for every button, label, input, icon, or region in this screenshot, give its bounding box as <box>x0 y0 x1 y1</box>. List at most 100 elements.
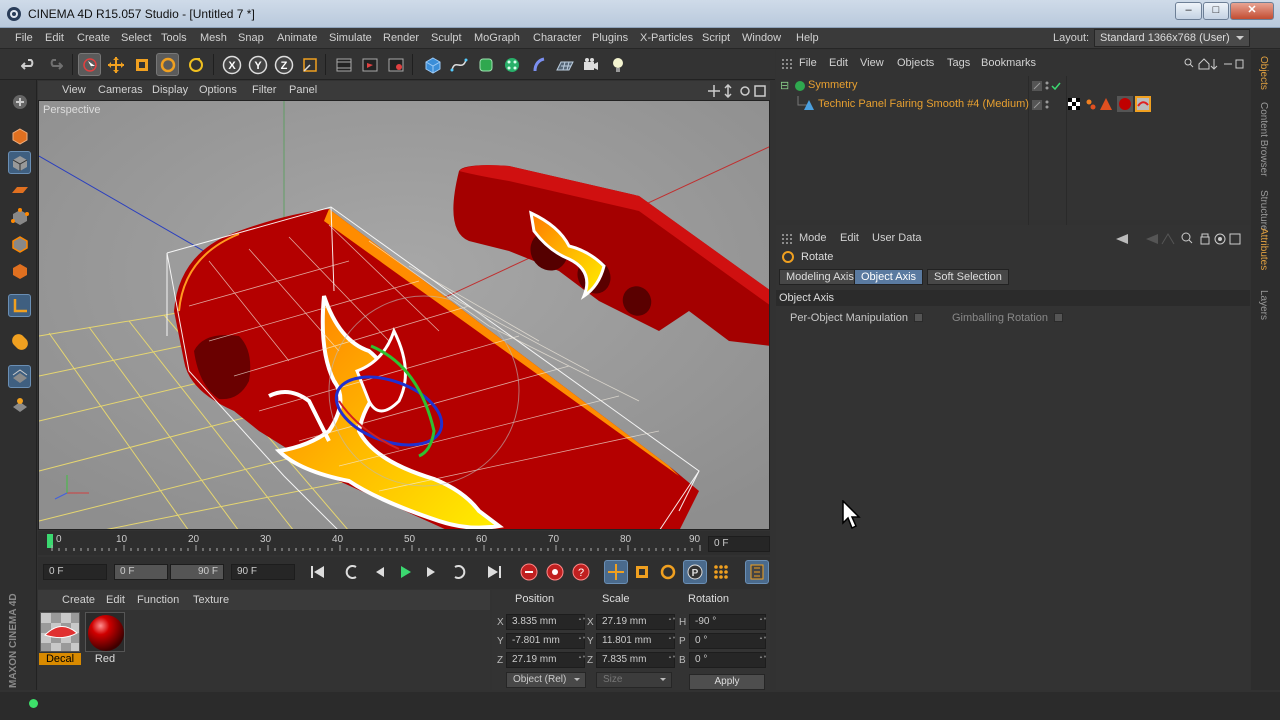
layout-select[interactable]: Standard 1366x768 (User) <box>1094 29 1250 47</box>
x-axis-lock-icon[interactable]: X <box>220 53 243 76</box>
tab-object-axis[interactable]: Object Axis <box>854 269 924 285</box>
menu-script[interactable]: Script <box>702 32 730 44</box>
object-name-symmetry[interactable]: Symmetry <box>808 79 858 91</box>
record-active-objects-icon[interactable] <box>517 560 541 584</box>
next-key-icon[interactable] <box>446 560 470 584</box>
menu-edit[interactable]: Edit <box>45 32 64 44</box>
record-position-icon[interactable] <box>604 560 628 584</box>
render-view-icon[interactable] <box>332 53 355 76</box>
object-row-symmetry[interactable]: ⊟ Symmetry <box>776 77 1250 95</box>
object-row-technic-panel[interactable]: Technic Panel Fairing Smooth #4 (Medium) <box>776 96 1250 114</box>
next-frame-icon[interactable] <box>419 560 443 584</box>
workplane-mode-icon[interactable] <box>8 178 31 201</box>
undo-icon[interactable] <box>17 53 40 76</box>
menu-file[interactable]: File <box>15 32 33 44</box>
model-mode-icon[interactable] <box>8 124 31 147</box>
scale-z-field[interactable]: 7.835 mm <box>596 652 675 668</box>
timeline-window-icon[interactable] <box>745 560 769 584</box>
attribute-nav-icons[interactable] <box>1116 232 1246 246</box>
end-frame-field[interactable]: 90 F <box>231 564 295 580</box>
coordinate-system-icon[interactable] <box>298 53 321 76</box>
tweak-mode-icon[interactable] <box>8 330 31 353</box>
material-menu-create[interactable]: Create <box>62 594 95 606</box>
previous-frame-icon[interactable] <box>368 560 392 584</box>
goto-end-icon[interactable] <box>482 560 506 584</box>
panel-grip-icon[interactable] <box>781 233 793 245</box>
object-menu-tags[interactable]: Tags <box>947 57 970 69</box>
rotate-tool-icon[interactable] <box>156 53 179 76</box>
cinema4d-app-icon[interactable] <box>6 6 22 22</box>
scale-tool-icon[interactable] <box>130 53 153 76</box>
side-tab-layers[interactable]: Layers <box>1258 290 1269 320</box>
material-menu-edit[interactable]: Edit <box>106 594 125 606</box>
render-settings-icon[interactable] <box>384 53 407 76</box>
material-red[interactable]: Red <box>84 612 126 666</box>
object-name-technic-panel[interactable]: Technic Panel Fairing Smooth #4 (Medium) <box>818 98 1029 110</box>
tab-soft-selection[interactable]: Soft Selection <box>927 269 1009 285</box>
menu-mesh[interactable]: Mesh <box>200 32 227 44</box>
menu-tools[interactable]: Tools <box>161 32 187 44</box>
side-tab-objects[interactable]: Objects <box>1258 56 1269 90</box>
close-button[interactable]: ✕ <box>1230 2 1274 20</box>
position-y-field[interactable]: -7.801 mm <box>506 633 585 649</box>
object-manager-nav-icons[interactable] <box>1184 58 1244 70</box>
side-tab-content-browser[interactable]: Content Browser <box>1258 102 1269 176</box>
cube-icon[interactable] <box>421 53 444 76</box>
visibility-dots-icon[interactable] <box>1032 99 1052 111</box>
menu-animate[interactable]: Animate <box>277 32 317 44</box>
edges-mode-icon[interactable] <box>8 232 31 255</box>
material-decal[interactable]: Decal <box>39 612 81 666</box>
side-tab-attributes[interactable]: Attributes <box>1258 228 1269 270</box>
tab-modeling-axis[interactable]: Modeling Axis <box>779 269 861 285</box>
object-menu-edit[interactable]: Edit <box>829 57 848 69</box>
recent-tool-icon[interactable] <box>184 53 207 76</box>
texture-mode-icon[interactable] <box>8 151 31 174</box>
size-mode-select[interactable]: Size <box>596 672 672 688</box>
menu-snap[interactable]: Snap <box>238 32 264 44</box>
scale-y-field[interactable]: 11.801 mm <box>596 633 675 649</box>
object-menu-file[interactable]: File <box>799 57 817 69</box>
keyframe-selection-icon[interactable]: ? <box>569 560 593 584</box>
position-x-field[interactable]: 3.835 mm <box>506 614 585 630</box>
deformer-bend-icon[interactable] <box>527 53 550 76</box>
rotation-h-field[interactable]: -90 ° <box>689 614 766 630</box>
start-frame-field[interactable]: 0 F <box>43 564 107 580</box>
menu-window[interactable]: Window <box>742 32 781 44</box>
cloner-icon[interactable] <box>500 53 523 76</box>
record-scale-icon[interactable] <box>630 560 654 584</box>
visibility-and-enable-icons[interactable] <box>1032 80 1062 92</box>
viewport-menu-filter[interactable]: Filter <box>252 84 276 96</box>
menu-sculpt[interactable]: Sculpt <box>431 32 462 44</box>
redo-icon[interactable] <box>43 53 66 76</box>
previous-key-icon[interactable] <box>341 560 365 584</box>
rotation-p-field[interactable]: 0 ° <box>689 633 766 649</box>
record-point-level-icon[interactable] <box>709 560 733 584</box>
make-editable-icon[interactable] <box>8 90 31 113</box>
maximize-button[interactable]: □ <box>1203 2 1229 20</box>
rotation-b-field[interactable]: 0 ° <box>689 652 766 668</box>
timeline-ruler[interactable]: 0 10 20 30 40 50 60 70 80 90 0 F <box>38 531 770 555</box>
menu-render[interactable]: Render <box>383 32 419 44</box>
attribute-menu-mode[interactable]: Mode <box>799 232 827 244</box>
object-menu-view[interactable]: View <box>860 57 884 69</box>
position-z-field[interactable]: 27.19 mm <box>506 652 585 668</box>
range-min-field[interactable]: 0 F <box>114 564 168 580</box>
per-object-manipulation-checkbox[interactable] <box>914 313 923 322</box>
axis-mode-icon[interactable] <box>8 294 31 317</box>
viewport-menu-cameras[interactable]: Cameras <box>98 84 143 96</box>
minimize-button[interactable]: – <box>1175 2 1202 20</box>
object-menu-bookmarks[interactable]: Bookmarks <box>981 57 1036 69</box>
polygons-mode-icon[interactable] <box>8 259 31 282</box>
points-mode-icon[interactable] <box>8 205 31 228</box>
object-tags-icons[interactable] <box>1068 96 1164 112</box>
coordinate-mode-select[interactable]: Object (Rel) <box>506 672 586 688</box>
goto-start-icon[interactable] <box>306 560 330 584</box>
spline-pen-icon[interactable] <box>447 53 470 76</box>
menu-mograph[interactable]: MoGraph <box>474 32 520 44</box>
subdivision-surface-icon[interactable] <box>474 53 497 76</box>
record-rotation-icon[interactable] <box>656 560 680 584</box>
autokeying-icon[interactable] <box>543 560 567 584</box>
viewport-menu-view[interactable]: View <box>62 84 86 96</box>
menu-simulate[interactable]: Simulate <box>329 32 372 44</box>
viewport-menu-panel[interactable]: Panel <box>289 84 317 96</box>
